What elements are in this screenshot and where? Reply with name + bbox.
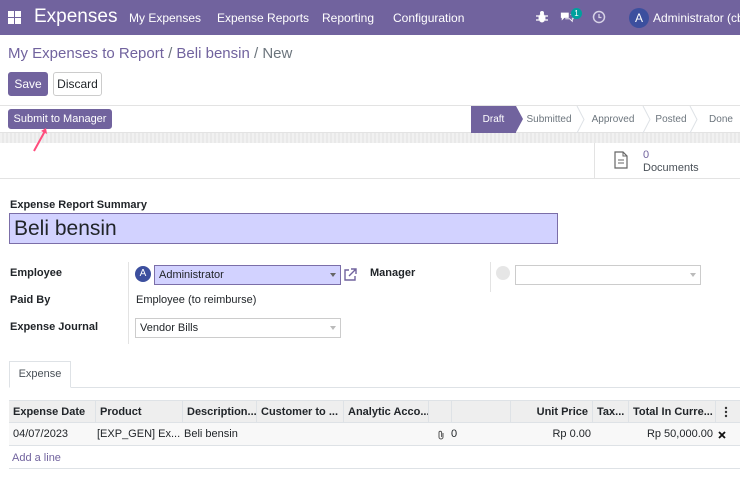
column-analytic-account[interactable]: Analytic Acco... — [344, 401, 429, 423]
manager-label: Manager — [370, 267, 416, 279]
top-navbar: Expenses My Expenses Expense Reports Rep… — [0, 0, 740, 35]
manager-avatar — [496, 266, 510, 280]
table-header: Expense Date Product Description... Cust… — [9, 400, 740, 423]
delete-row-icon[interactable] — [718, 431, 726, 439]
clock-icon[interactable] — [592, 10, 606, 24]
add-line-link[interactable]: Add a line — [12, 452, 61, 464]
chevron-down-icon — [330, 326, 336, 330]
cell-total[interactable]: Rp 50,000.00 — [629, 423, 713, 446]
chevron-down-icon — [690, 273, 696, 277]
table-footer-line — [9, 468, 740, 469]
cell-unit-price[interactable]: Rp 0.00 — [511, 423, 591, 446]
column-taxes[interactable]: Tax... — [593, 401, 629, 423]
paid-by-value[interactable]: Employee (to reimburse) — [136, 294, 256, 306]
journal-label: Expense Journal — [10, 321, 99, 333]
menu-my-expenses[interactable]: My Expenses — [129, 11, 201, 25]
menu-configuration[interactable]: Configuration — [393, 11, 464, 25]
employee-select[interactable]: Administrator — [154, 265, 341, 285]
manager-select[interactable] — [515, 265, 701, 285]
chat-badge: 1 — [571, 8, 582, 19]
document-icon — [614, 151, 628, 169]
summary-input[interactable]: Beli bensin — [9, 213, 558, 244]
column-expense-date[interactable]: Expense Date — [9, 401, 96, 423]
employee-avatar: A — [135, 266, 151, 282]
tab-underline — [9, 387, 740, 388]
discard-button[interactable]: Discard — [53, 72, 102, 96]
user-avatar[interactable]: A — [629, 8, 649, 28]
stage-submitted[interactable]: Submitted — [523, 106, 575, 133]
bug-icon[interactable] — [535, 10, 549, 24]
journal-value: Vendor Bills — [140, 322, 199, 334]
documents-count: 0 — [643, 149, 650, 161]
employee-value: Administrator — [159, 269, 224, 281]
cell-description[interactable]: Beli bensin — [184, 423, 256, 446]
save-button[interactable]: Save — [8, 72, 48, 96]
table-row[interactable]: 04/07/2023 [EXP_GEN] Ex... Beli bensin 0… — [9, 423, 740, 446]
summary-label: Expense Report Summary — [10, 199, 147, 211]
column-product[interactable]: Product — [96, 401, 183, 423]
column-customer[interactable]: Customer to ... — [257, 401, 344, 423]
submit-to-manager-button[interactable]: Submit to Manager — [8, 109, 112, 129]
tab-expense[interactable]: Expense — [9, 361, 71, 388]
column-total[interactable]: Total In Curre... — [629, 401, 716, 423]
column-unit-price[interactable]: Unit Price — [511, 401, 593, 423]
column-description[interactable]: Description... — [183, 401, 257, 423]
chevron-down-icon — [330, 273, 336, 277]
breadcrumb-parent[interactable]: My Expenses to Report — [8, 45, 164, 62]
paperclip-icon[interactable] — [437, 430, 445, 440]
breadcrumb-current: New — [262, 45, 293, 62]
label-separator — [128, 262, 129, 344]
optional-columns-icon[interactable] — [722, 406, 730, 418]
user-menu[interactable]: Administrator (cb05 — [653, 11, 740, 25]
cell-taxes[interactable] — [595, 423, 627, 446]
label-separator — [490, 262, 491, 292]
cell-product[interactable]: [EXP_GEN] Ex... — [97, 423, 182, 446]
paid-by-label: Paid By — [10, 294, 51, 306]
cell-expense-date[interactable]: 04/07/2023 — [13, 423, 95, 446]
status-bar: Submit to Manager Draft Submitted Approv… — [0, 105, 740, 133]
apps-menu-icon[interactable] — [8, 11, 21, 24]
menu-expense-reports[interactable]: Expense Reports — [217, 11, 309, 25]
app-name[interactable]: Expenses — [34, 6, 117, 28]
breadcrumb-record[interactable]: Beli bensin — [176, 45, 249, 62]
stage-draft[interactable]: Draft — [471, 106, 516, 133]
statusbar-divider — [0, 133, 740, 143]
cell-analytic[interactable] — [346, 423, 428, 446]
button-box — [0, 143, 740, 179]
cell-customer[interactable] — [259, 423, 343, 446]
breadcrumb-separator: / — [163, 45, 177, 62]
cell-attachments[interactable]: 0 — [451, 423, 471, 446]
breadcrumb-separator: / — [249, 45, 263, 62]
menu-reporting[interactable]: Reporting — [322, 11, 374, 25]
stage-separators — [576, 106, 698, 133]
documents-label: Documents — [643, 162, 699, 174]
breadcrumb: My Expenses to Report / Beli bensin / Ne… — [8, 45, 292, 62]
stage-arrow — [516, 106, 523, 132]
employee-label: Employee — [10, 267, 62, 279]
external-link-icon[interactable] — [343, 267, 358, 282]
column-blank-1 — [429, 401, 452, 423]
column-blank-2 — [452, 401, 511, 423]
journal-select[interactable]: Vendor Bills — [135, 318, 341, 338]
